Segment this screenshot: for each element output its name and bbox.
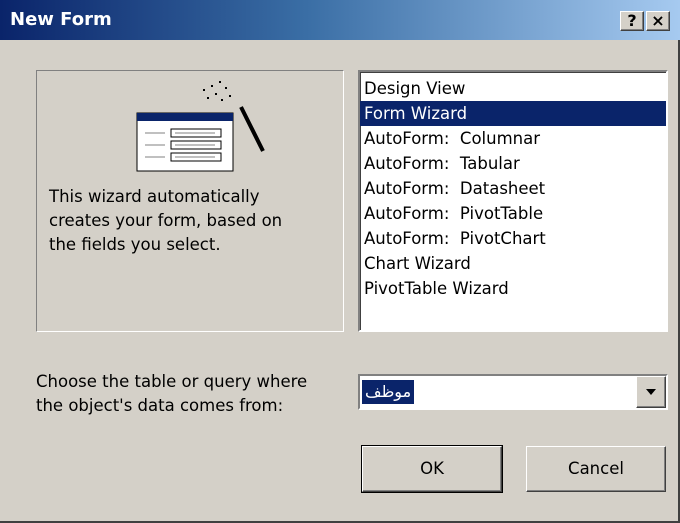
list-item[interactable]: AutoForm: Datasheet — [360, 176, 666, 201]
source-label: Choose the table or query where the obje… — [36, 372, 308, 415]
ok-button[interactable]: OK — [361, 445, 503, 493]
form-wizard-icon — [136, 81, 265, 172]
chevron-down-icon — [646, 389, 656, 395]
list-item[interactable]: Chart Wizard — [360, 251, 666, 276]
source-selected-value[interactable]: موظف — [362, 380, 415, 404]
close-button[interactable]: × — [646, 11, 670, 31]
source-combobox[interactable]: موظف — [358, 374, 668, 410]
title-bar[interactable]: New Form ? × — [0, 0, 680, 40]
view-type-listbox[interactable]: Design View Form Wizard AutoForm: Columnar… — [358, 70, 668, 332]
list-item[interactable]: AutoForm: Tabular — [360, 151, 666, 176]
list-item[interactable]: AutoForm: PivotChart — [360, 226, 666, 251]
list-item[interactable]: Design View — [360, 76, 666, 101]
wizard-preview-panel: This wizard automatically creates your f… — [36, 70, 344, 332]
list-item[interactable]: Form Wizard — [360, 101, 666, 126]
list-item[interactable]: AutoForm: Columnar — [360, 126, 666, 151]
list-item[interactable]: PivotTable Wizard — [360, 276, 666, 301]
cancel-button[interactable]: Cancel — [526, 446, 666, 492]
list-item[interactable]: AutoForm: PivotTable — [360, 201, 666, 226]
new-form-dialog: New Form ? × This wizard automatically c… — [0, 0, 680, 523]
help-button[interactable]: ? — [620, 11, 644, 31]
window-title: New Form — [10, 9, 112, 30]
dropdown-button[interactable] — [636, 376, 666, 408]
wizard-description: This wizard automatically creates your f… — [49, 187, 283, 254]
